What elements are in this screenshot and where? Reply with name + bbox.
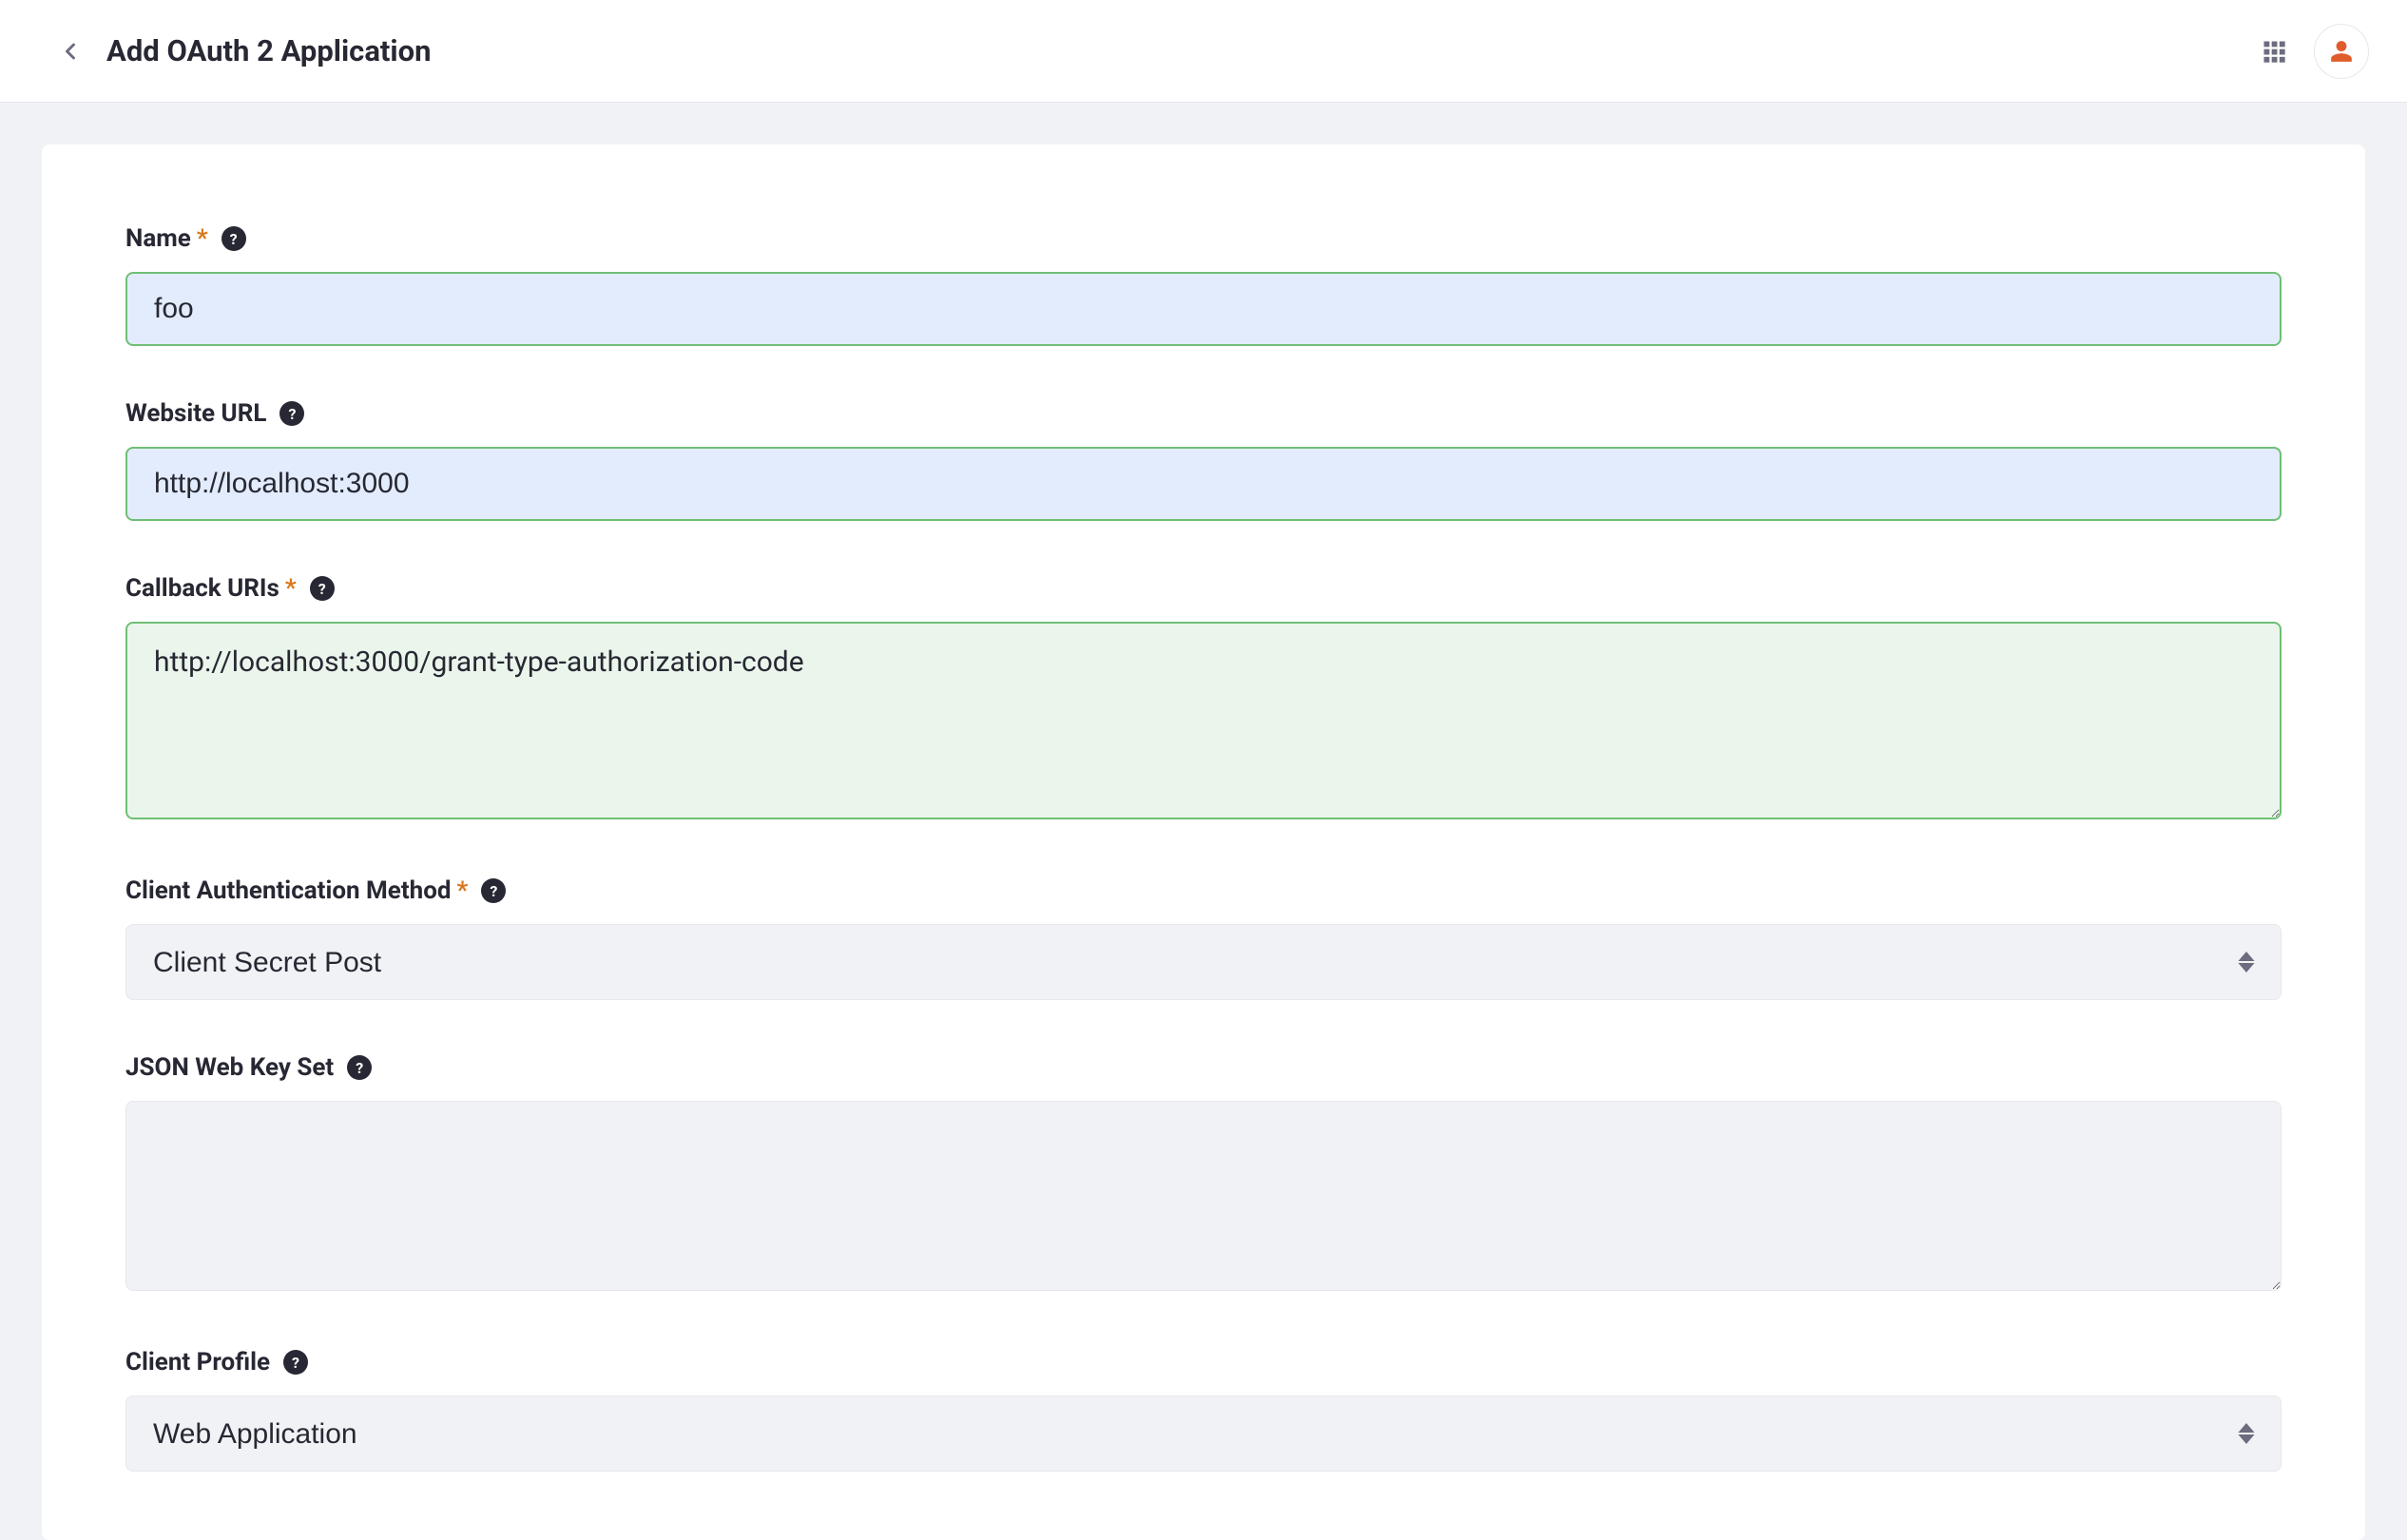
content-wrap: Name * ? Website URL ? Callback URIs * ? <box>0 103 2407 1540</box>
client-profile-label: Client Profile <box>125 1348 270 1376</box>
help-icon[interactable]: ? <box>481 878 506 903</box>
top-bar: Add OAuth 2 Application <box>0 0 2407 103</box>
name-input[interactable] <box>125 272 2282 346</box>
page-title: Add OAuth 2 Application <box>106 33 432 68</box>
label-row: JSON Web Key Set ? <box>125 1053 2282 1082</box>
top-bar-left: Add OAuth 2 Application <box>57 33 432 68</box>
help-icon[interactable]: ? <box>279 401 304 426</box>
help-icon[interactable]: ? <box>283 1350 308 1375</box>
top-bar-right <box>2261 24 2369 79</box>
user-avatar[interactable] <box>2314 24 2369 79</box>
callback-uris-textarea[interactable] <box>125 622 2282 819</box>
field-group-name: Name * ? <box>125 224 2282 346</box>
help-icon[interactable]: ? <box>221 226 246 251</box>
select-wrap: Web Application <box>125 1396 2282 1472</box>
client-profile-select[interactable]: Web Application <box>125 1396 2282 1472</box>
select-wrap: Client Secret Post <box>125 924 2282 1000</box>
required-star: * <box>285 574 297 603</box>
back-icon[interactable] <box>57 38 84 65</box>
field-group-client-auth-method: Client Authentication Method * ? Client … <box>125 876 2282 1000</box>
label-row: Client Profile ? <box>125 1348 2282 1376</box>
callback-uris-label: Callback URIs <box>125 574 279 603</box>
label-row: Name * ? <box>125 224 2282 253</box>
jwks-textarea[interactable] <box>125 1101 2282 1291</box>
label-row: Client Authentication Method * ? <box>125 876 2282 905</box>
field-group-callback-uris: Callback URIs * ? <box>125 574 2282 823</box>
field-group-client-profile: Client Profile ? Web Application <box>125 1348 2282 1472</box>
form-card: Name * ? Website URL ? Callback URIs * ? <box>42 144 2365 1540</box>
client-auth-method-select[interactable]: Client Secret Post <box>125 924 2282 1000</box>
help-icon[interactable]: ? <box>310 576 335 601</box>
field-group-website-url: Website URL ? <box>125 399 2282 521</box>
required-star: * <box>457 876 469 905</box>
field-group-jwks: JSON Web Key Set ? <box>125 1053 2282 1295</box>
jwks-label: JSON Web Key Set <box>125 1053 334 1082</box>
name-label: Name <box>125 224 191 253</box>
help-icon[interactable]: ? <box>347 1055 372 1080</box>
client-auth-method-label: Client Authentication Method <box>125 876 452 905</box>
label-row: Callback URIs * ? <box>125 574 2282 603</box>
required-star: * <box>197 224 208 253</box>
apps-grid-icon[interactable] <box>2261 38 2287 65</box>
website-url-label: Website URL <box>125 399 266 428</box>
website-url-input[interactable] <box>125 447 2282 521</box>
label-row: Website URL ? <box>125 399 2282 428</box>
